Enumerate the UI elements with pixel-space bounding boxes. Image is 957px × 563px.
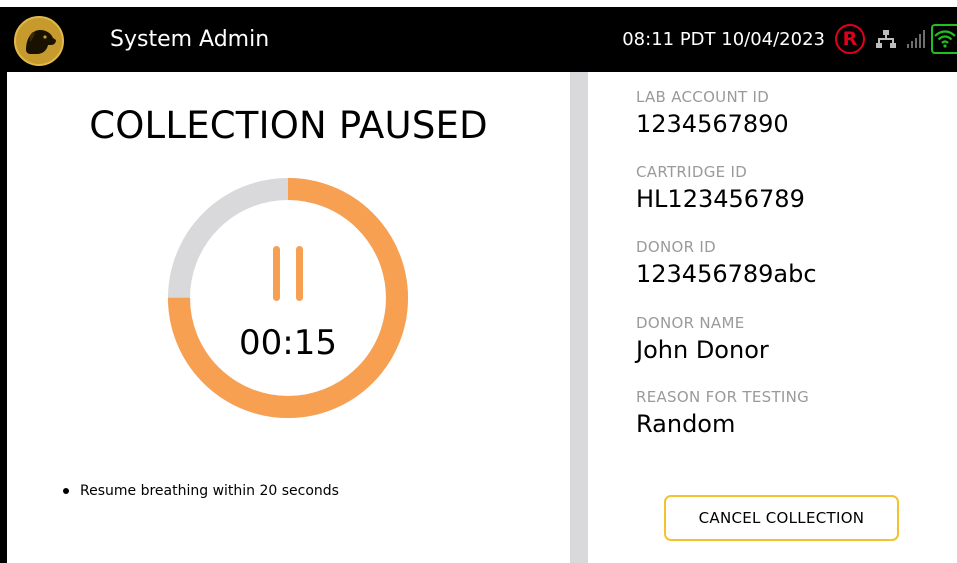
- pause-bar-right: [296, 246, 303, 301]
- timer-value: 00:15: [239, 323, 337, 363]
- donor-id-value: 123456789abc: [636, 260, 817, 288]
- lab-account-field: LAB ACCOUNT ID 1234567890: [636, 88, 789, 138]
- collection-pane: COLLECTION PAUSED 00:15 Resume breathing…: [7, 72, 570, 563]
- instruction-text: Resume breathing within 20 seconds: [80, 483, 339, 499]
- cartridge-label: CARTRIDGE ID: [636, 163, 748, 181]
- dog-logo-graphic: [19, 21, 59, 61]
- top-margin: [0, 0, 957, 7]
- cartridge-field: CARTRIDGE ID HL123456789: [636, 163, 805, 213]
- user-name: System Admin: [110, 27, 270, 52]
- collection-status-title: COLLECTION PAUSED: [89, 104, 488, 147]
- donor-name-value: John Donor: [636, 336, 769, 364]
- registered-icon[interactable]: R: [835, 24, 865, 54]
- details-pane: LAB ACCOUNT ID 1234567890 CARTRIDGE ID H…: [588, 72, 957, 563]
- reason-value: Random: [636, 410, 736, 438]
- reason-field: REASON FOR TESTING Random: [636, 388, 809, 438]
- donor-name-field: DONOR NAME John Donor: [636, 314, 769, 364]
- reason-label: REASON FOR TESTING: [636, 388, 810, 406]
- pause-bar-left: [273, 246, 280, 301]
- donor-id-field: DONOR ID 123456789abc: [636, 238, 817, 288]
- pause-icon[interactable]: [270, 246, 306, 301]
- top-bar: System Admin 08:11 PDT 10/04/2023 R: [0, 7, 957, 72]
- status-area: 08:11 PDT 10/04/2023 R: [622, 19, 957, 59]
- app-window: System Admin 08:11 PDT 10/04/2023 R COLL…: [0, 0, 957, 563]
- pane-divider: [570, 72, 588, 563]
- donor-id-label: DONOR ID: [636, 238, 716, 256]
- bullet-icon: [63, 488, 69, 494]
- cancel-collection-button[interactable]: CANCEL COLLECTION: [664, 495, 899, 541]
- wifi-icon[interactable]: [931, 24, 957, 54]
- network-icon[interactable]: [875, 28, 897, 50]
- cartridge-value: HL123456789: [636, 185, 805, 213]
- instruction-item: Resume breathing within 20 seconds: [63, 483, 339, 499]
- countdown-timer: 00:15: [168, 178, 408, 418]
- date-time: 08:11 PDT 10/04/2023: [622, 28, 825, 50]
- dog-logo-icon[interactable]: [14, 16, 64, 66]
- lab-account-value: 1234567890: [636, 110, 789, 138]
- cellular-signal-icon[interactable]: [905, 28, 927, 50]
- lab-account-label: LAB ACCOUNT ID: [636, 88, 770, 106]
- donor-name-label: DONOR NAME: [636, 314, 745, 332]
- window-edge: [0, 72, 7, 563]
